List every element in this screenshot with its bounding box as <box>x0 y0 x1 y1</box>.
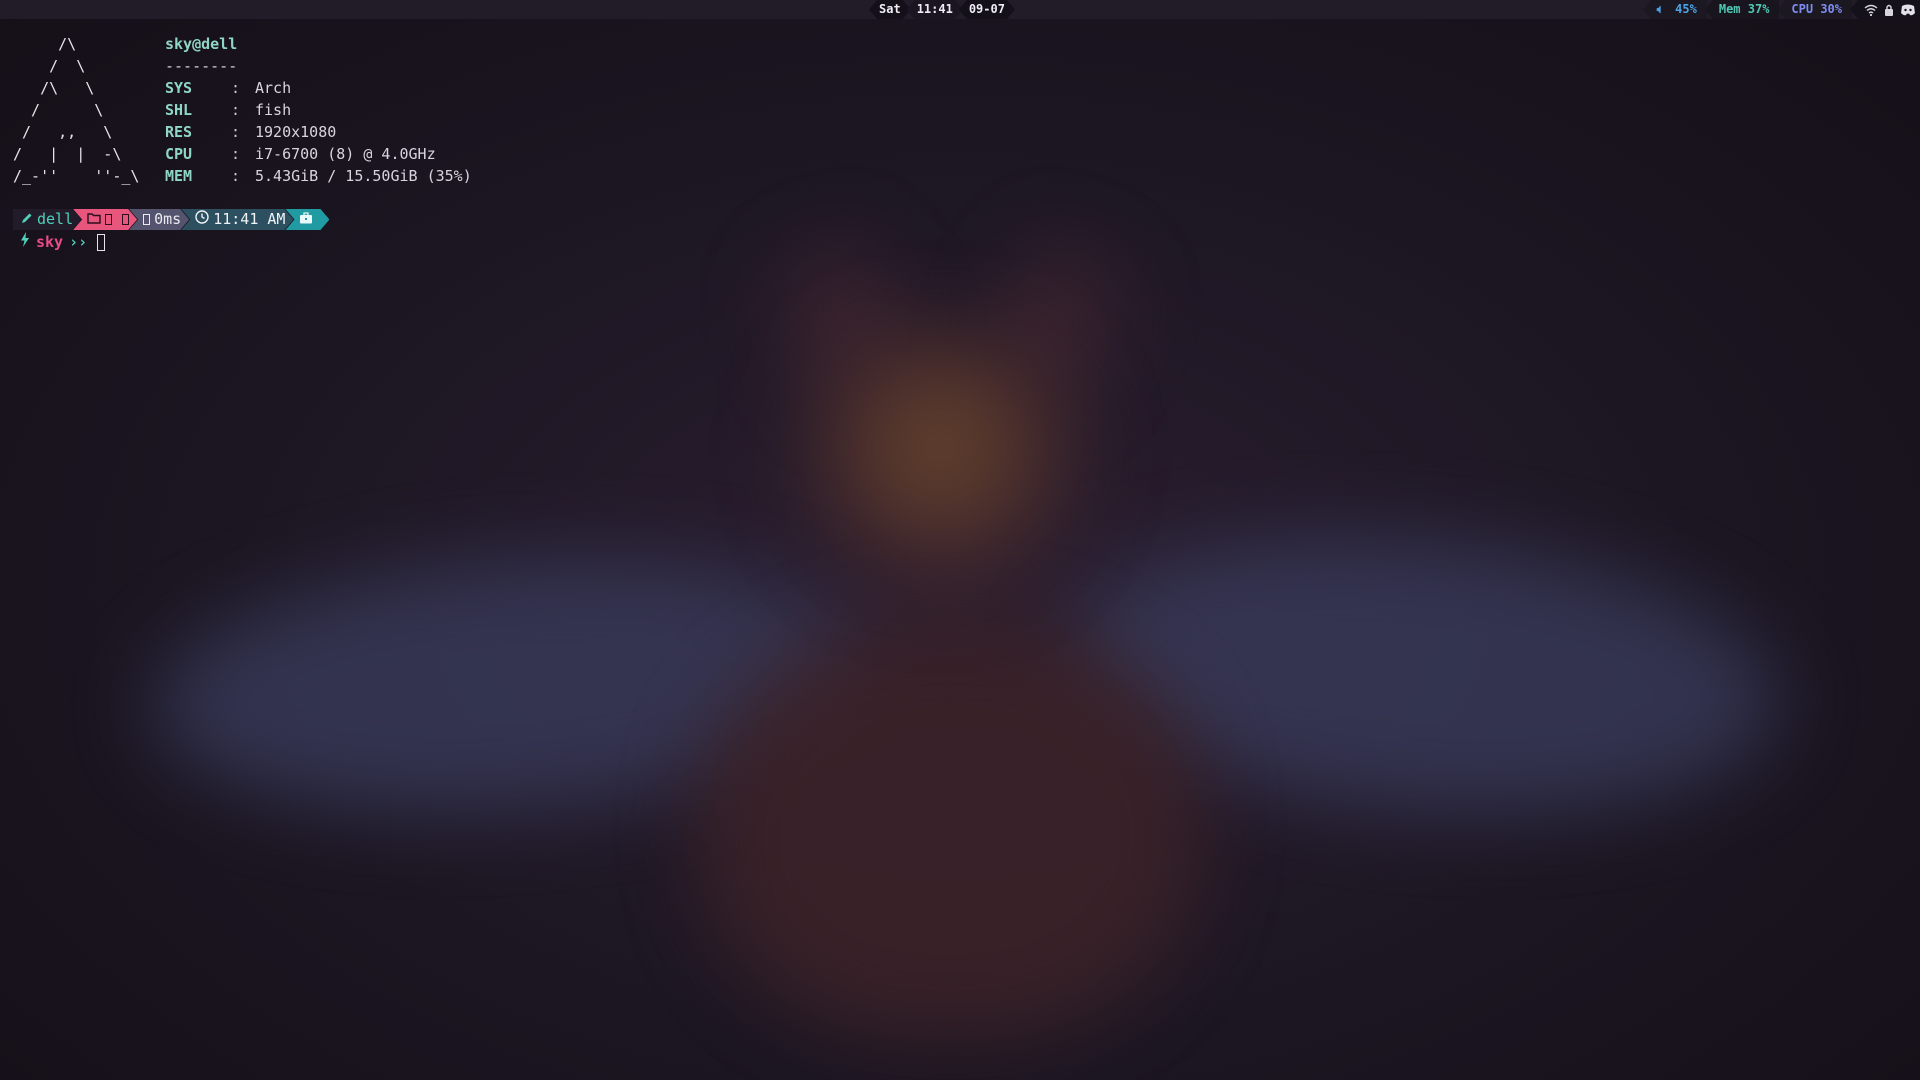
glyph-icon <box>143 214 150 225</box>
arch-logo-line: / | | -\ <box>13 145 122 163</box>
info-value: i7-6700 (8) @ 4.0GHz <box>255 145 436 163</box>
user-host: sky@dell <box>165 35 238 53</box>
text-cursor[interactable] <box>97 233 106 251</box>
info-key: RES <box>165 123 193 141</box>
info-sep: : <box>231 145 241 163</box>
clock-icon <box>195 209 209 230</box>
glyph-icon <box>122 214 129 225</box>
status-group: 🔈︎ 45% Mem 37% CPU 30% <box>1642 0 1920 19</box>
volume-value: 45% <box>1675 2 1697 16</box>
pencil-icon <box>21 209 33 230</box>
info-value: 5.43GiB / 15.50GiB (35%) <box>255 167 472 185</box>
glyph-icon <box>105 214 112 225</box>
info-value: fish <box>255 101 292 119</box>
desktop: Sat 11:41 09-07 🔈︎ 45% Mem 37% CPU 30% /… <box>0 0 1920 1080</box>
arch-logo-line: /\ \ <box>13 79 95 97</box>
terminal-window[interactable]: /\ sky@dell / \ -------- /\ \ SYS : Arch… <box>0 19 1920 1080</box>
discord-icon[interactable] <box>1900 4 1916 16</box>
arch-logo-line: /_-'' ''-_\ <box>13 167 140 185</box>
prompt-duration-segment: 0ms <box>129 209 189 230</box>
arch-logo-line: / ,, \ <box>13 123 113 141</box>
prompt-input-line[interactable]: sky ›› <box>20 231 106 253</box>
info-value: 1920x1080 <box>255 123 337 141</box>
top-bar: Sat 11:41 09-07 🔈︎ 45% Mem 37% CPU 30% <box>0 0 1920 19</box>
info-sep: : <box>231 101 241 119</box>
folder-icon <box>87 209 101 230</box>
day-label: Sat <box>869 0 911 19</box>
lightning-icon <box>20 231 30 253</box>
arch-logo-line: / \ <box>13 57 86 75</box>
neofetch-output: /\ sky@dell / \ -------- /\ \ SYS : Arch… <box>13 33 472 187</box>
wifi-icon[interactable] <box>1864 4 1878 16</box>
prompt-time: 11:41 AM <box>213 210 286 228</box>
neofetch-row: / ,, \ RES : 1920x1080 <box>13 121 472 143</box>
neofetch-row: /_-'' ''-_\ MEM : 5.43GiB / 15.50GiB (35… <box>13 165 472 187</box>
memory-widget[interactable]: Mem 37% <box>1704 0 1780 19</box>
prompt-arrows: ›› <box>69 233 88 251</box>
divider: -------- <box>165 57 238 75</box>
cpu-widget[interactable]: CPU 30% <box>1777 0 1852 19</box>
prompt-dir-segment <box>73 209 137 230</box>
clock-group: Sat 11:41 09-07 <box>869 0 1011 19</box>
info-key: CPU <box>165 145 193 163</box>
info-sep: : <box>231 79 241 97</box>
arch-logo-line: /\ <box>13 35 77 53</box>
system-tray <box>1850 0 1920 19</box>
info-value: Arch <box>255 79 292 97</box>
neofetch-row: /\ sky@dell <box>13 33 472 55</box>
prompt-user: sky <box>36 233 64 251</box>
neofetch-row: / | | -\ CPU : i7-6700 (8) @ 4.0GHz <box>13 143 472 165</box>
info-sep: : <box>231 123 241 141</box>
neofetch-row: / \ -------- <box>13 55 472 77</box>
prompt-host-segment: dell <box>13 209 81 230</box>
lock-icon[interactable] <box>1884 4 1894 16</box>
prompt-duration: 0ms <box>154 210 182 228</box>
neofetch-row: /\ \ SYS : Arch <box>13 77 472 99</box>
lock-small-icon <box>317 209 325 230</box>
info-key: MEM <box>165 167 193 185</box>
info-sep: : <box>231 167 241 185</box>
time-label[interactable]: 11:41 <box>907 0 963 19</box>
speaker-icon: 🔈︎ <box>1656 2 1664 16</box>
info-key: SYS <box>165 79 193 97</box>
volume-widget[interactable]: 🔈︎ 45% <box>1642 0 1707 19</box>
prompt-powerline: dell 0ms 11:41 AM <box>13 209 321 230</box>
toolbox-icon <box>299 209 313 230</box>
prompt-host: dell <box>37 210 74 228</box>
arch-logo-line: / \ <box>13 101 104 119</box>
date-label[interactable]: 09-07 <box>959 0 1015 19</box>
prompt-time-segment: 11:41 AM <box>181 209 293 230</box>
neofetch-row: / \ SHL : fish <box>13 99 472 121</box>
info-key: SHL <box>165 101 193 119</box>
